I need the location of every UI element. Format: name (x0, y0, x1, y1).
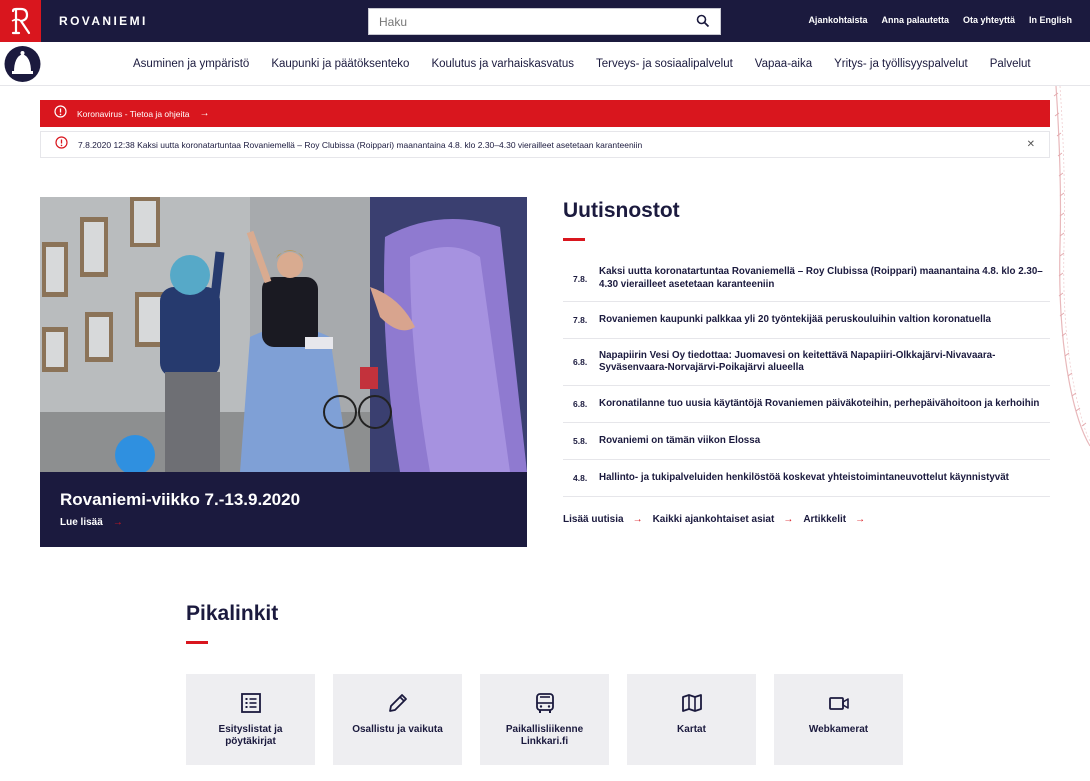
top-link-ajankohtaista[interactable]: Ajankohtaista (808, 15, 867, 25)
corona-alert-banner[interactable]: Koronavirus - Tietoa ja ohjeita → (40, 100, 1050, 127)
news-date: 5.8. (573, 436, 588, 446)
search-icon[interactable] (696, 14, 710, 33)
alert-text: 7.8.2020 12:38 Kaksi uutta koronatartunt… (78, 139, 643, 150)
news-item[interactable]: 7.8. Kaksi uutta koronatartuntaa Rovanie… (563, 256, 1050, 302)
news-heading: Uutisnostot (563, 199, 680, 222)
nav-item-leisure[interactable]: Vapaa-aika (755, 58, 812, 70)
hero-title[interactable]: Rovaniemi-viikko 7.-13.9.2020 (60, 490, 300, 510)
quicklink-tile-participate[interactable]: Osallistu ja vaikuta (333, 674, 462, 765)
bus-icon (535, 693, 554, 713)
nav-item-health[interactable]: Terveys- ja sosiaalipalvelut (596, 58, 733, 70)
video-camera-icon (828, 697, 849, 710)
arrow-right-icon: → (783, 514, 794, 525)
link-label: Kaikki ajankohtaiset asiat (652, 514, 775, 525)
news-title-link[interactable]: Rovaniemi on tämän viikon Elossa (599, 435, 1050, 448)
link-label: Lisää uutisia (563, 514, 624, 525)
nav-items: Asuminen ja ympäristö Kaupunki ja päätök… (133, 58, 1053, 70)
map-icon (681, 694, 702, 712)
more-news-link[interactable]: Lisää uutisia → (563, 514, 643, 525)
hero-card[interactable]: Rovaniemi-viikko 7.-13.9.2020 Lue lisää → (40, 197, 527, 547)
quicklinks-heading: Pikalinkit (186, 602, 279, 625)
nav-item-education[interactable]: Koulutus ja varhaiskasvatus (431, 58, 574, 70)
nav-item-services[interactable]: Palvelut (990, 58, 1031, 70)
main-navigation: Asuminen ja ympäristö Kaupunki ja päätök… (0, 42, 1090, 86)
rovaniemi-logo-icon[interactable] (0, 0, 41, 42)
search-input[interactable] (369, 9, 669, 34)
tile-label: Osallistu ja vaikuta (352, 724, 443, 735)
news-footer-links: Lisää uutisia → Kaikki ajankohtaiset asia… (563, 514, 875, 525)
tile-label: Esityslistat ja pöytäkirjat (218, 724, 283, 747)
quicklink-tile-agendas[interactable]: Esityslistat ja pöytäkirjat (186, 674, 315, 765)
arrow-right-icon: → (199, 108, 210, 119)
tile-label: Paikallisliikenne Linkkari.fi (505, 724, 584, 747)
brand-name[interactable]: ROVANIEMI (59, 14, 148, 28)
news-alert-banner[interactable]: 7.8.2020 12:38 Kaksi uutta koronatartunt… (40, 131, 1050, 158)
nav-item-housing[interactable]: Asuminen ja ympäristö (133, 58, 249, 70)
news-date: 7.8. (573, 315, 588, 325)
search-box (368, 8, 721, 35)
arrow-right-icon: → (112, 517, 123, 528)
nav-item-city[interactable]: Kaupunki ja päätöksenteko (271, 58, 409, 70)
quicklink-tile-maps[interactable]: Kartat (627, 674, 756, 765)
heading-underline (186, 641, 208, 644)
utility-links: Ajankohtaista Anna palautetta Ota yhteyt… (808, 15, 1072, 25)
news-title-link[interactable]: Koronatilanne tuo uusia käytäntöjä Rovan… (599, 398, 1050, 411)
alert-icon (55, 135, 68, 154)
news-date: 6.8. (573, 399, 588, 409)
arrow-right-icon: → (632, 514, 643, 525)
top-link-english[interactable]: In English (1029, 15, 1072, 25)
pencil-icon (388, 694, 407, 712)
top-link-contact[interactable]: Ota yhteyttä (963, 15, 1015, 25)
list-icon (240, 693, 261, 713)
news-title-link[interactable]: Kaksi uutta koronatartuntaa Rovaniemellä… (599, 266, 1050, 291)
news-item[interactable]: 4.8. Hallinto- ja tukipalveluiden henkil… (563, 460, 1050, 497)
nav-item-business[interactable]: Yritys- ja työllisyyspalvelut (834, 58, 968, 70)
top-bar: ROVANIEMI Ajankohtaista Anna palautetta … (0, 0, 1090, 42)
news-item[interactable]: 5.8. Rovaniemi on tämän viikon Elossa (563, 423, 1050, 460)
tile-label: Kartat (677, 724, 706, 735)
hero-read-more-link[interactable]: Lue lisää → (60, 517, 123, 528)
quicklink-tile-transport[interactable]: Paikallisliikenne Linkkari.fi (480, 674, 609, 765)
hero-image (40, 197, 527, 472)
helmet-logo-icon[interactable] (3, 45, 42, 83)
news-list: 7.8. Kaksi uutta koronatartuntaa Rovanie… (563, 256, 1050, 497)
news-item[interactable]: 6.8. Koronatilanne tuo uusia käytäntöjä … (563, 386, 1050, 423)
alert-text: Koronavirus - Tietoa ja ohjeita (77, 108, 190, 119)
news-title-link[interactable]: Rovaniemen kaupunki palkkaa yli 20 työnt… (599, 314, 1050, 327)
top-link-feedback[interactable]: Anna palautetta (881, 15, 949, 25)
quicklink-tile-webcams[interactable]: Webkamerat (774, 674, 903, 765)
articles-link[interactable]: Artikkelit → (803, 514, 865, 525)
link-label: Artikkelit (803, 514, 847, 525)
news-item[interactable]: 7.8. Rovaniemen kaupunki palkkaa yli 20 … (563, 302, 1050, 339)
news-title-link[interactable]: Napapiirin Vesi Oy tiedottaa: Juomavesi … (599, 350, 1050, 375)
close-icon[interactable]: ✕ (1027, 139, 1035, 150)
arrow-right-icon: → (855, 514, 866, 525)
hero-link-label: Lue lisää (60, 517, 103, 528)
alert-icon (54, 104, 67, 123)
heading-underline (563, 238, 585, 241)
news-date: 7.8. (573, 273, 588, 284)
news-date: 4.8. (573, 473, 588, 483)
tile-label: Webkamerat (808, 724, 869, 735)
quicklinks-tiles: Esityslistat ja pöytäkirjat Osallistu ja… (186, 674, 921, 765)
all-current-link[interactable]: Kaikki ajankohtaiset asiat → (653, 514, 794, 525)
news-title-link[interactable]: Hallinto- ja tukipalveluiden henkilöstöä… (599, 472, 1050, 485)
news-date: 6.8. (573, 357, 588, 367)
news-item[interactable]: 6.8. Napapiirin Vesi Oy tiedottaa: Juoma… (563, 339, 1050, 386)
